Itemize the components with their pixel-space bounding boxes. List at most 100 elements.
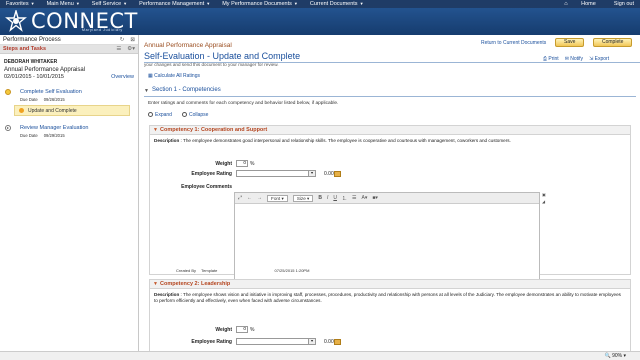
competency-2: ▼ Competency 2: Leadership Description :… bbox=[149, 279, 631, 351]
underline-button[interactable]: U bbox=[333, 195, 337, 201]
save-button[interactable]: Save bbox=[555, 38, 585, 47]
created-by-value: Template bbox=[201, 268, 218, 273]
employee-info: DEBORAH WHITAKER Annual Performance Appr… bbox=[0, 54, 138, 74]
collapse-icon bbox=[181, 112, 187, 118]
competency-title: Competency 2: Leadership bbox=[160, 281, 231, 287]
size-select[interactable]: Size ▾ bbox=[292, 194, 314, 202]
bullet-list-icon[interactable]: ☰ bbox=[352, 195, 356, 201]
weight-input[interactable]: 0 bbox=[236, 160, 248, 167]
period-row: 02/01/2015 - 10/01/2015 Overview bbox=[0, 74, 138, 80]
chevron-down-icon: ▼ bbox=[206, 1, 211, 6]
redo-icon[interactable]: → bbox=[257, 195, 262, 201]
italic-button[interactable]: I bbox=[327, 195, 328, 201]
undo-icon[interactable]: ← bbox=[247, 195, 252, 201]
zoom-level[interactable]: 🔍 90% ▾ bbox=[604, 353, 626, 359]
spell-check-icon[interactable]: ▣ bbox=[542, 192, 546, 197]
due-label: Due Date bbox=[20, 97, 38, 102]
due-date: 09/29/2015 bbox=[43, 133, 65, 138]
chevron-down-icon: ▼ bbox=[75, 1, 80, 6]
created-by-row: Created By Template 07/25/2015 1:20PM bbox=[176, 268, 309, 273]
competency-header[interactable]: ▼ Competency 1: Cooperation and Support bbox=[150, 126, 630, 135]
menu-icon[interactable]: ☰ bbox=[116, 46, 121, 52]
section-instructions: Enter ratings and comments for each comp… bbox=[148, 101, 339, 106]
weight-input[interactable]: 0 bbox=[236, 326, 248, 333]
employee-rating-label: Employee Rating bbox=[191, 339, 232, 345]
chevron-down-icon: ▼ bbox=[359, 1, 364, 6]
rating-calculator-icon[interactable] bbox=[334, 339, 341, 345]
description-label: Description bbox=[154, 292, 180, 297]
bold-button[interactable]: B bbox=[318, 195, 322, 201]
calculate-all-ratings-link[interactable]: ▦ Calculate All Ratings bbox=[148, 73, 200, 79]
chevron-down-icon: ▼ bbox=[293, 1, 298, 6]
substep-update-and-complete[interactable]: Update and Complete bbox=[14, 105, 130, 116]
step-due: Due Date 09/29/2015 bbox=[20, 133, 138, 138]
resize-icon[interactable]: ◢ bbox=[542, 199, 546, 204]
menu-self-service[interactable]: Self Service ▼ bbox=[86, 1, 133, 7]
steps-tasks-bar: Steps and Tasks ☰ ⚙▾ bbox=[0, 45, 138, 54]
menu-current-documents[interactable]: Current Documents ▼ bbox=[304, 1, 370, 7]
competency-header[interactable]: ▼ Competency 2: Leadership bbox=[150, 280, 630, 289]
menu-label: Favorites bbox=[6, 1, 29, 7]
section-header[interactable]: ▼ Section 1 - Competencies bbox=[144, 87, 636, 97]
competency-description: Description : The employee shows vision … bbox=[150, 289, 630, 304]
percent-sign: % bbox=[250, 161, 255, 167]
menu-label: Performance Management bbox=[139, 1, 205, 7]
step-title: Review Manager Evaluation bbox=[20, 125, 89, 131]
weight-label: Weight bbox=[215, 327, 232, 333]
step-complete-self-evaluation[interactable]: Complete Self Evaluation Due Date 09/26/2… bbox=[0, 89, 138, 102]
description-text: : The employee demonstrates good interpe… bbox=[179, 138, 511, 143]
home-link[interactable]: ⌂ Home bbox=[552, 1, 608, 7]
font-select[interactable]: Font ▾ bbox=[267, 194, 288, 202]
rating-calculator-icon[interactable] bbox=[334, 171, 341, 177]
employee-rating-select[interactable]: ▼ bbox=[236, 170, 316, 177]
chevron-down-icon: ▼ bbox=[123, 1, 128, 6]
rating-value: 0.00 bbox=[324, 339, 334, 345]
menu-label: My Performance Documents bbox=[222, 1, 292, 7]
return-to-current-documents-link[interactable]: Return to Current Documents bbox=[481, 40, 546, 46]
description-text: : The employee shows vision and initiati… bbox=[154, 292, 621, 304]
pending-step-icon: ▸ bbox=[5, 125, 11, 131]
menu-favorites[interactable]: Favorites ▼ bbox=[0, 1, 41, 7]
editor-toolbar: ⤢ ← → Font ▾ Size ▾ B I U ⒈ ☰ A▾ ■▾ bbox=[235, 193, 539, 204]
in-progress-icon bbox=[19, 108, 24, 113]
chevron-down-icon: ▼ bbox=[308, 339, 315, 344]
menu-label: Current Documents bbox=[309, 1, 358, 7]
browser-status-bar: 🔍 90% ▾ bbox=[0, 351, 640, 360]
created-by-label: Created By bbox=[176, 268, 197, 273]
text-color-icon[interactable]: A▾ bbox=[361, 195, 367, 201]
menu-performance-management[interactable]: Performance Management ▼ bbox=[133, 1, 216, 7]
substep-label: Update and Complete bbox=[28, 107, 77, 114]
zoom-value: 90% bbox=[612, 353, 623, 359]
description-label: Description bbox=[154, 138, 180, 143]
form-type: Annual Performance Appraisal bbox=[144, 42, 232, 49]
due-label: Due Date bbox=[20, 133, 38, 138]
expand-icon bbox=[148, 112, 153, 118]
rating-value: 0.00 bbox=[324, 171, 334, 177]
refresh-icon[interactable]: ↻ bbox=[120, 37, 125, 43]
overview-link[interactable]: Overview bbox=[111, 74, 134, 80]
step-review-manager-evaluation[interactable]: ▸ Review Manager Evaluation Due Date 09/2… bbox=[0, 125, 138, 138]
expand-editor-icon[interactable]: ⤢ bbox=[238, 195, 242, 201]
expand-collapse-row: Expand Collapse bbox=[148, 112, 208, 118]
background-color-icon[interactable]: ■▾ bbox=[372, 195, 378, 201]
complete-button[interactable]: Complete bbox=[593, 38, 633, 47]
zoom-icon: 🔍 bbox=[604, 353, 611, 359]
menu-main[interactable]: Main Menu ▼ bbox=[41, 1, 86, 7]
collapse-triangle-icon: ▼ bbox=[144, 88, 149, 94]
gear-icon[interactable]: ⚙▾ bbox=[127, 46, 135, 52]
employee-rating-select[interactable]: ▼ bbox=[236, 338, 316, 345]
numbered-list-icon[interactable]: ⒈ bbox=[342, 195, 347, 202]
expand-link[interactable]: Expand bbox=[148, 112, 172, 118]
collapse-label: Collapse bbox=[188, 112, 209, 118]
competency-1: ▼ Competency 1: Cooperation and Support … bbox=[149, 125, 631, 282]
current-step-icon bbox=[5, 89, 11, 95]
sign-out-link[interactable]: Sign out bbox=[608, 1, 640, 7]
close-icon[interactable]: ⊠ bbox=[130, 37, 135, 43]
collapse-link[interactable]: Collapse bbox=[181, 112, 209, 118]
steps-panel: Performance Process ↻ ⊠ Steps and Tasks … bbox=[0, 35, 139, 360]
editor-side-tools: ▣ ◢ bbox=[542, 192, 546, 204]
menu-my-performance-documents[interactable]: My Performance Documents ▼ bbox=[216, 1, 304, 7]
panel-title: Performance Process bbox=[3, 36, 61, 43]
chevron-down-icon: ▼ bbox=[308, 171, 315, 176]
created-at: 07/25/2015 1:20PM bbox=[274, 268, 310, 273]
